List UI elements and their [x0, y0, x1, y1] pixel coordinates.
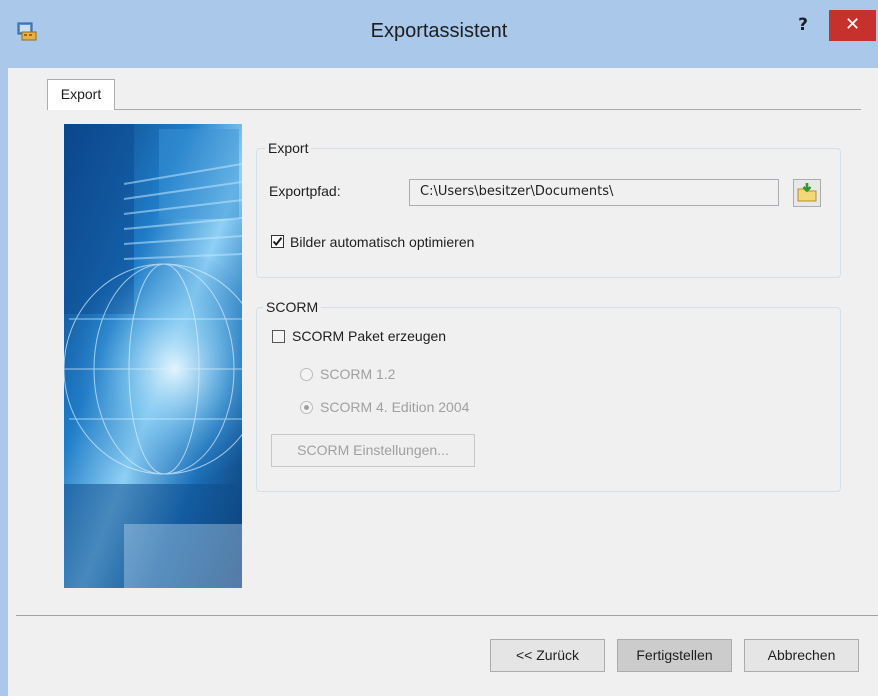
tab-divider: [115, 109, 861, 110]
dialog-body: Export Export Exportpfad: C:\Users\besit…: [16, 68, 878, 696]
wizard-side-image: [64, 124, 242, 588]
export-path-label: Exportpfad:: [269, 183, 341, 199]
optimize-images-checkbox[interactable]: [271, 235, 284, 248]
cancel-button[interactable]: Abbrechen: [744, 639, 859, 672]
scorm-12-radio[interactable]: [300, 368, 313, 381]
scorm-group-legend: SCORM: [263, 299, 322, 315]
window-title: Exportassistent: [370, 20, 508, 42]
folder-open-icon: [797, 183, 817, 202]
radio-selected-dot: [304, 405, 309, 410]
scorm-settings-button[interactable]: SCORM Einstellungen...: [271, 434, 475, 467]
scorm-package-label[interactable]: SCORM Paket erzeugen: [292, 328, 446, 344]
export-wizard-window: Exportassistent ? ✕ Export Export Export…: [0, 0, 878, 696]
browse-folder-button[interactable]: [793, 179, 821, 207]
scorm-12-label[interactable]: SCORM 1.2: [320, 366, 395, 382]
close-button[interactable]: ✕: [829, 10, 876, 41]
export-group: Export: [256, 140, 841, 278]
help-button[interactable]: ?: [790, 15, 816, 37]
scorm-package-checkbox[interactable]: [272, 330, 285, 343]
footer-separator: [16, 615, 878, 616]
finish-button[interactable]: Fertigstellen: [617, 639, 732, 672]
back-button[interactable]: << Zurück: [490, 639, 605, 672]
export-group-legend: Export: [265, 140, 312, 156]
checkmark-icon: [272, 237, 283, 247]
scorm-2004-label[interactable]: SCORM 4. Edition 2004: [320, 399, 469, 415]
scorm-2004-radio[interactable]: [300, 401, 313, 414]
optimize-images-label[interactable]: Bilder automatisch optimieren: [290, 234, 474, 250]
title-bar[interactable]: Exportassistent ? ✕: [0, 0, 878, 68]
tab-export[interactable]: Export: [47, 79, 115, 110]
export-path-field[interactable]: C:\Users\besitzer\Documents\: [409, 179, 779, 206]
